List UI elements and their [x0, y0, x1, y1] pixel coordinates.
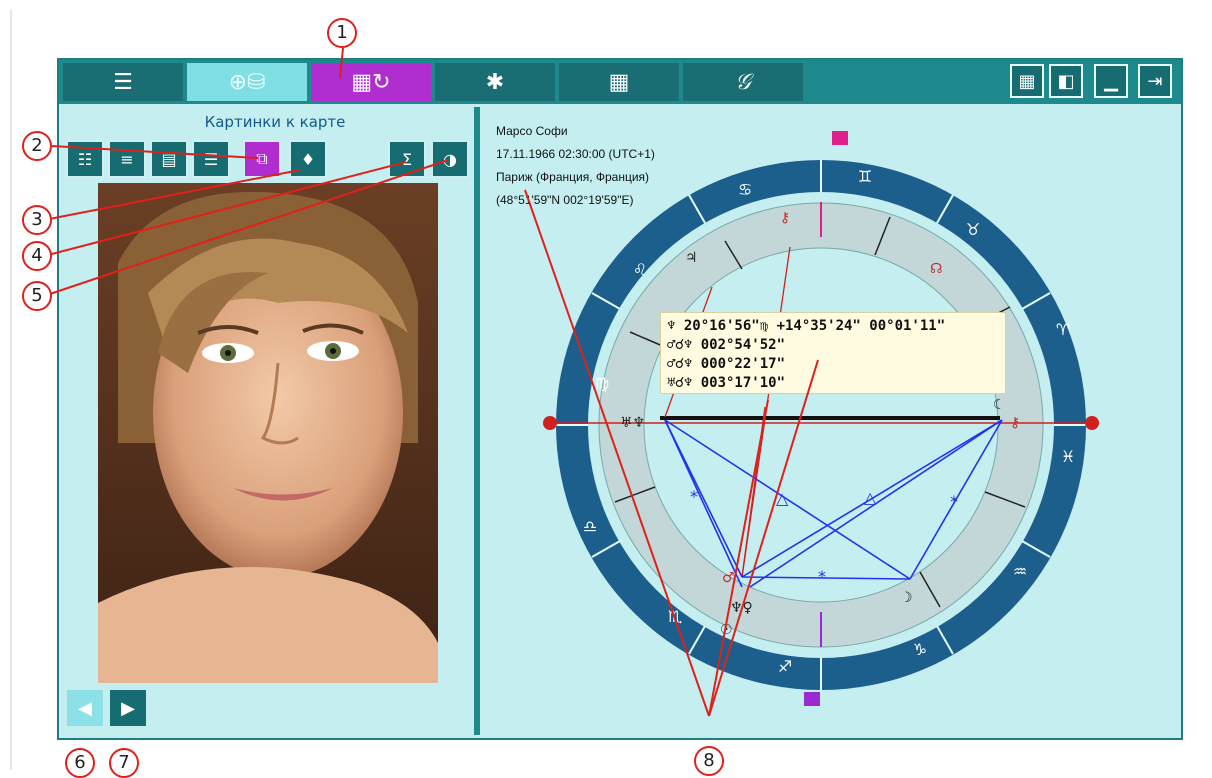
- numbered-list-button[interactable]: ≡: [108, 140, 146, 178]
- dsc-marker: [1085, 416, 1099, 430]
- tooltip-line-2: ♂☌♆ 002°54'52": [667, 337, 786, 353]
- svg-text:♊: ♊: [858, 167, 872, 186]
- svg-text:♅♆: ♅♆: [620, 415, 645, 431]
- mc-marker: [832, 131, 848, 145]
- svg-text:*: *: [818, 567, 826, 586]
- aspect-area: [643, 247, 999, 603]
- prev-picture-button[interactable]: ◀: [67, 690, 103, 726]
- svg-text:♃: ♃: [685, 250, 698, 266]
- callout-6: 6: [65, 748, 95, 778]
- text-list-icon: ☰: [203, 149, 219, 169]
- svg-text:♒: ♒: [1013, 562, 1027, 581]
- svg-text:☾: ☾: [993, 397, 1006, 413]
- svg-text:⚷: ⚷: [1010, 415, 1020, 431]
- svg-text:♏: ♏: [668, 607, 682, 626]
- script-icon: 𝒢: [735, 69, 751, 95]
- tooltip-line-3: ♂☌♆ 000°22'17": [667, 356, 786, 372]
- portrait-image: [98, 183, 438, 683]
- grid-button[interactable]: ▦: [1010, 64, 1044, 98]
- tab-calculator[interactable]: ▦: [559, 63, 679, 101]
- svg-text:♋: ♋: [738, 180, 752, 199]
- svg-text:♍: ♍: [595, 374, 609, 393]
- next-arrow-icon: ▶: [121, 697, 135, 719]
- yin-yang-button[interactable]: ◑: [431, 140, 469, 178]
- tab-database[interactable]: ⊕⛁: [187, 63, 307, 101]
- gear-icon: ✱: [485, 69, 505, 95]
- document-icon: ▤: [161, 149, 177, 169]
- svg-text:♑: ♑: [913, 640, 927, 659]
- callout-4: 4: [22, 241, 52, 271]
- tooltip-line-4: ♅☌♆ 003°17'10": [667, 375, 786, 391]
- split-panel-icon: ◧: [1057, 70, 1075, 92]
- tab-menu[interactable]: ☰: [63, 63, 183, 101]
- exit-icon: ⇥: [1147, 70, 1163, 92]
- next-picture-button[interactable]: ▶: [110, 690, 146, 726]
- svg-text:♉: ♉: [966, 220, 980, 239]
- svg-text:⚷: ⚷: [780, 210, 790, 226]
- copy-picture-button[interactable]: ⧉: [243, 140, 281, 178]
- svg-text:☉: ☉: [720, 622, 733, 638]
- callout-8: 8: [694, 746, 724, 776]
- svg-text:♐: ♐: [778, 657, 792, 676]
- tab-settings[interactable]: ✱: [435, 63, 555, 101]
- svg-text:♓: ♓: [1061, 447, 1075, 466]
- grid-icon: ▦: [1018, 70, 1036, 92]
- callout-3: 3: [22, 205, 52, 235]
- table-view-button[interactable]: ☷: [66, 140, 104, 178]
- split-panel-button[interactable]: ◧: [1049, 64, 1083, 98]
- callout-2: 2: [22, 131, 52, 161]
- svg-text:♎: ♎: [583, 517, 597, 536]
- svg-text:♆♀: ♆♀: [730, 600, 753, 616]
- page-left-border: [10, 10, 12, 770]
- sigma-doc-button[interactable]: Σ: [388, 140, 426, 178]
- calculator-icon: ▦: [608, 69, 630, 95]
- text-list-button[interactable]: ☰: [192, 140, 230, 178]
- copy-icon: ⧉: [256, 149, 268, 168]
- svg-text:△: △: [776, 489, 789, 508]
- callout-5: 5: [22, 281, 52, 311]
- photo-settings-icon: ▦↻: [351, 69, 391, 95]
- location-button[interactable]: ♦: [289, 140, 327, 178]
- natal-chart-wheel[interactable]: * △ △ * * ♊ ♉ ♈ ♓ ♒ ♑ ♐ ♏ ♎ ♍ ♌ ♋ ⚷ ♃ ☊ …: [480, 107, 1170, 737]
- tab-script[interactable]: 𝒢: [683, 63, 803, 101]
- location-pin-icon: ♦: [300, 149, 316, 169]
- minimize-icon: ▁: [1104, 70, 1118, 92]
- numbered-list-icon: ≡: [120, 149, 134, 169]
- document-button[interactable]: ▤: [150, 140, 188, 178]
- svg-text:*: *: [690, 487, 698, 506]
- table-icon: ☷: [77, 149, 93, 169]
- svg-text:*: *: [950, 492, 958, 511]
- callout-1: 1: [327, 18, 357, 48]
- svg-text:☊: ☊: [930, 261, 942, 277]
- exit-button[interactable]: ⇥: [1138, 64, 1172, 98]
- svg-text:♌: ♌: [633, 260, 647, 279]
- tab-pictures[interactable]: ▦↻: [311, 63, 431, 101]
- asc-marker: [543, 416, 557, 430]
- svg-text:♈: ♈: [1056, 320, 1070, 339]
- callout-7: 7: [109, 748, 139, 778]
- globe-database-icon: ⊕⛁: [228, 69, 266, 95]
- yin-yang-icon: ◑: [443, 149, 457, 169]
- tooltip-line-1: ♆ 20°16'56"♍ +14°35'24" 00°01'11": [667, 318, 946, 334]
- sigma-document-icon: Σ: [401, 149, 413, 169]
- svg-text:♂: ♂: [722, 570, 735, 586]
- svg-text:△: △: [864, 488, 877, 507]
- minimize-button[interactable]: ▁: [1094, 64, 1128, 98]
- aspect-tooltip: ♆ 20°16'56"♍ +14°35'24" 00°01'11" ♂☌♆ 00…: [660, 312, 1006, 394]
- svg-text:☽: ☽: [900, 590, 913, 606]
- list-icon: ☰: [113, 69, 133, 95]
- prev-arrow-icon: ◀: [78, 697, 92, 719]
- panel-title: Картинки к карте: [204, 113, 346, 131]
- ic-marker: [804, 692, 820, 706]
